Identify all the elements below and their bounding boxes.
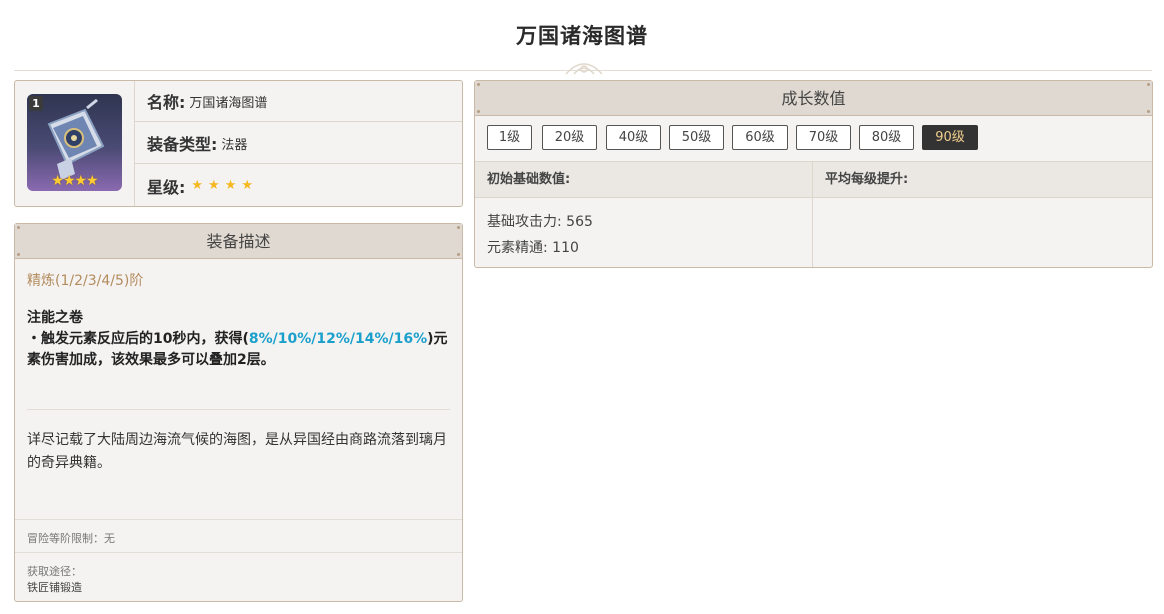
passive-effect: 注能之卷 ・触发元素反应后的10秒内，获得(8%/10%/12%/14%/16%… [27, 308, 452, 371]
refinement-text: 精炼(1/2/3/4/5)阶 [27, 273, 144, 289]
name-value: 万国诸海图谱 [189, 95, 268, 111]
passive-prefix: ・触发元素反应后的10秒内，获得( [27, 331, 249, 347]
item-image-cell: 1 ★★★★ [15, 81, 135, 206]
type-value: 法器 [221, 137, 248, 153]
level-button-80[interactable]: 80级 [859, 125, 914, 150]
corner-dot [477, 83, 480, 86]
corner-dot [1147, 110, 1150, 113]
level-button-60[interactable]: 60级 [732, 125, 788, 150]
level-button-50[interactable]: 50级 [669, 125, 724, 150]
name-label: 名称: [147, 93, 186, 112]
corner-dot [17, 226, 20, 229]
level-button-70[interactable]: 70级 [796, 125, 851, 150]
ornament-icon [565, 63, 603, 75]
source-value: 铁匠铺锻造 [27, 581, 82, 594]
item-info-card: 1 ★★★★ 名称: 万国诸海图谱 装备类型: 法器 星级: ★★★★ [14, 80, 463, 207]
level-button-20[interactable]: 20级 [542, 125, 597, 150]
stat-base-attack: 基础攻击力: 565 [487, 214, 593, 230]
level-button-40[interactable]: 40级 [606, 125, 661, 150]
source-label: 获取途径： [27, 565, 82, 578]
item-image-stars: ★★★★ [51, 173, 98, 189]
corner-dot [477, 110, 480, 113]
stats-table-header: 初始基础数值: 平均每级提升: [475, 162, 1152, 198]
growth-stats-card: 成长数值 1级 20级 40级 50级 60级 70级 80级 90级 初始基础… [474, 80, 1153, 268]
column-divider [812, 162, 813, 267]
stat-elemental-mastery: 元素精通: 110 [487, 240, 579, 256]
level-button-1[interactable]: 1级 [487, 125, 532, 150]
corner-dot [457, 253, 460, 256]
page-title: 万国诸海图谱 [516, 24, 648, 48]
level-button-90[interactable]: 90级 [922, 125, 978, 150]
column-base-stats: 初始基础数值: [487, 172, 571, 187]
passive-description: ・触发元素反应后的10秒内，获得(8%/10%/12%/14%/16%)元素伤害… [27, 329, 452, 371]
description-card: 装备描述 精炼(1/2/3/4/5)阶 注能之卷 ・触发元素反应后的10秒内，获… [14, 223, 463, 602]
rarity-stars: ★★★★ [191, 178, 259, 193]
info-row-type: 装备类型: 法器 [135, 123, 462, 164]
passive-name: 注能之卷 [27, 310, 83, 326]
lore-text: 详尽记载了大陆周边海流气候的海图，是从异国经由商路流落到璃月的奇异典籍。 [27, 432, 447, 471]
divider [15, 519, 462, 520]
type-label: 装备类型: [147, 135, 218, 154]
adventure-rank-limit: 冒险等阶限制：无 [27, 532, 115, 545]
corner-dot [1147, 83, 1150, 86]
growth-header: 成长数值 [475, 81, 1152, 116]
level-selector: 1级 20级 40级 50级 60级 70级 80级 90级 [475, 116, 1152, 162]
item-image: 1 ★★★★ [27, 94, 122, 191]
corner-dot [457, 226, 460, 229]
info-row-name: 名称: 万国诸海图谱 [135, 81, 462, 122]
rarity-label: 星级: [147, 177, 186, 197]
divider [15, 552, 462, 553]
corner-dot [17, 253, 20, 256]
divider [27, 409, 450, 410]
description-header: 装备描述 [15, 224, 462, 259]
passive-values: 8%/10%/12%/14%/16% [248, 331, 428, 347]
column-avg-growth: 平均每级提升: [825, 172, 909, 187]
item-level-badge: 1 [29, 96, 43, 111]
info-row-rarity: 星级: ★★★★ [135, 165, 462, 206]
